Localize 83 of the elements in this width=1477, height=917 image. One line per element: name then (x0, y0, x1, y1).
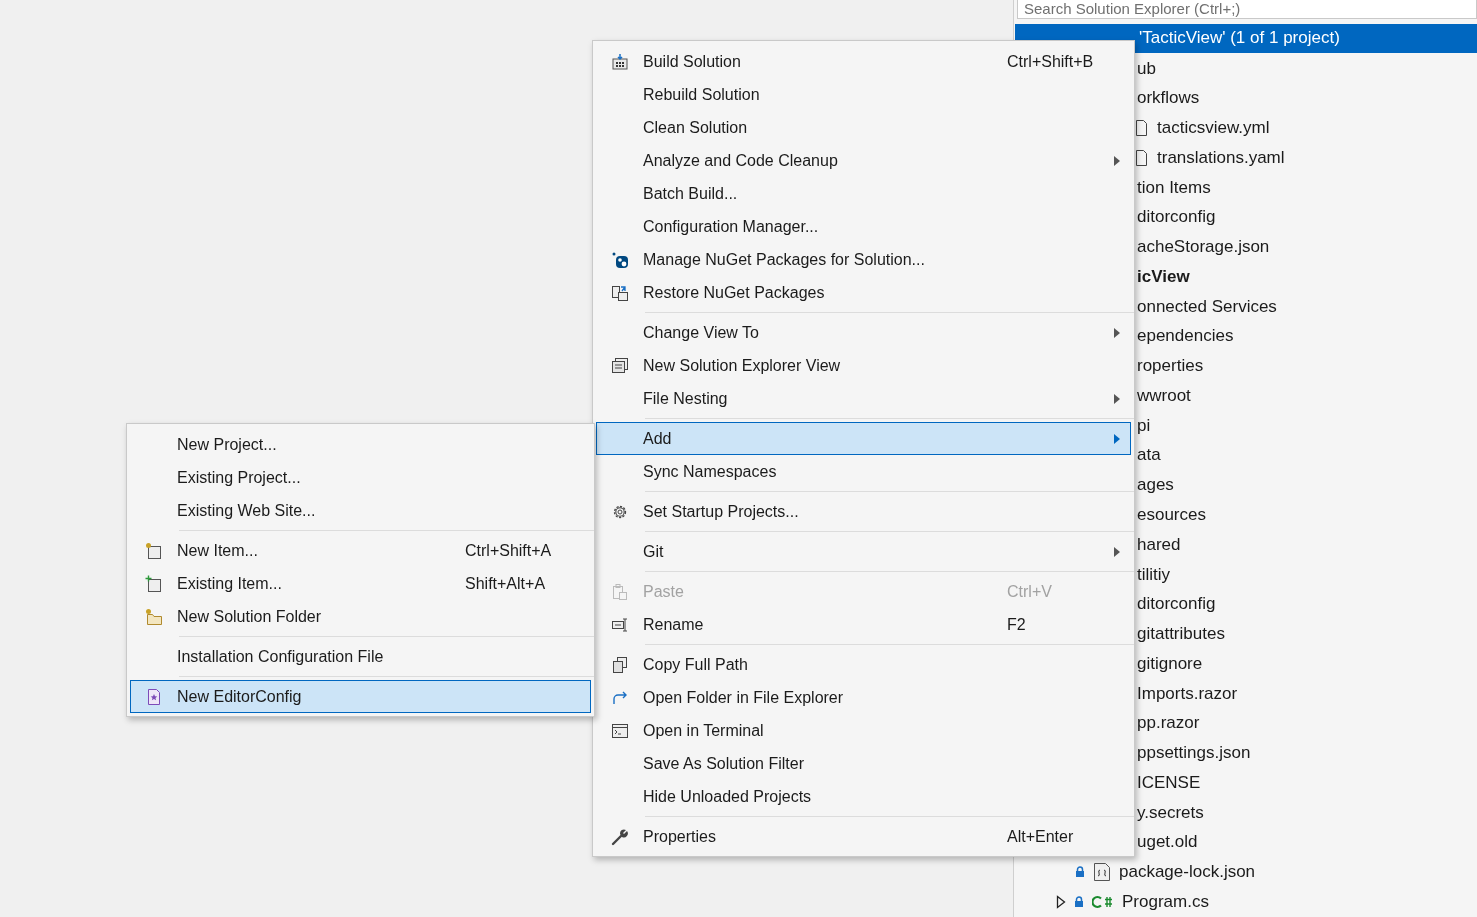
restore-icon (611, 283, 629, 302)
menu-item[interactable]: Sync Namespaces (596, 455, 1131, 488)
tree-item[interactable]: pi (1137, 415, 1151, 436)
menu-item[interactable]: File Nesting (596, 382, 1131, 415)
menu-item[interactable]: New Item... Ctrl+Shift+A (130, 534, 591, 567)
tree-item[interactable]: pp.razor (1137, 713, 1200, 734)
tree-item[interactable]: tacticsview.yml (1157, 118, 1270, 139)
star-file-icon (145, 687, 163, 706)
tree-item[interactable]: translations.yaml (1157, 147, 1285, 168)
menu-item[interactable]: Set Startup Projects... (596, 495, 1131, 528)
menu-item[interactable]: Rebuild Solution (596, 78, 1131, 111)
search-field[interactable]: Search Solution Explorer (Ctrl+;) (1017, 0, 1477, 19)
menu-item[interactable]: Add (596, 422, 1131, 455)
menu-item[interactable]: Batch Build... (596, 177, 1131, 210)
lock-icon (1075, 866, 1085, 879)
menu-item[interactable]: Hide Unloaded Projects (596, 780, 1131, 813)
csharp-file-icon (1092, 893, 1114, 910)
menu-item[interactable]: Restore NuGet Packages (596, 276, 1131, 309)
lock-icon (1074, 895, 1084, 908)
window-icon (611, 356, 629, 375)
menu-item[interactable]: Open in Terminal (596, 714, 1131, 747)
add-file-icon (145, 574, 163, 593)
shortcut-text: F2 (1007, 615, 1027, 634)
tree-item[interactable]: tion Items (1137, 177, 1211, 198)
menu-item[interactable]: Change View To (596, 316, 1131, 349)
tree-item[interactable]: esources (1137, 505, 1206, 525)
menu-item[interactable]: Analyze and Code Cleanup (596, 144, 1131, 177)
tree-item[interactable]: roperties (1137, 356, 1204, 377)
tree-item[interactable]: Program.cs (1122, 891, 1209, 912)
tree-item[interactable]: ependencies (1137, 326, 1234, 347)
tree-item[interactable]: ppsettings.json (1137, 743, 1251, 764)
menu-item[interactable]: Existing Project... (130, 461, 591, 494)
menu-item[interactable]: New EditorConfig (130, 680, 591, 713)
folder-icon (145, 607, 163, 626)
tree-item[interactable]: ICENSE (1137, 772, 1201, 793)
menu-item[interactable]: Configuration Manager... (596, 210, 1131, 243)
tree-item[interactable]: wwroot (1137, 385, 1191, 406)
shortcut-text: Ctrl+V (1007, 582, 1053, 601)
tree-item[interactable]: onnected Services (1137, 296, 1277, 317)
copy-icon (611, 655, 629, 674)
tree-item[interactable]: ages (1137, 475, 1174, 496)
shortcut-text: Ctrl+Shift+B (1007, 52, 1095, 71)
menu-item[interactable]: New Solution Explorer View (596, 349, 1131, 382)
menu-item[interactable]: Save As Solution Filter (596, 747, 1131, 780)
menu-item[interactable]: Open Folder in File Explorer (596, 681, 1131, 714)
tree-item[interactable]: y.secrets (1137, 802, 1204, 823)
tree-item[interactable]: tilitiy (1137, 564, 1171, 585)
terminal-icon (611, 721, 629, 740)
menu-item[interactable]: Manage NuGet Packages for Solution... (596, 243, 1131, 276)
rename-icon (611, 615, 629, 634)
shortcut-text: Alt+Enter (1007, 827, 1075, 846)
menu-item[interactable]: Existing Web Site... (130, 494, 591, 527)
clipboard-icon (611, 582, 629, 601)
tree-item[interactable]: ditorconfig (1137, 594, 1216, 615)
menu-item[interactable]: Installation Configuration File (130, 640, 591, 673)
tree-item[interactable]: orkflows (1137, 88, 1200, 109)
wrench-icon (611, 827, 629, 846)
tree-item[interactable]: icView (1137, 266, 1190, 287)
tree-item[interactable]: ata (1137, 445, 1161, 466)
build-icon (611, 52, 629, 71)
tree-item[interactable]: ub (1137, 58, 1156, 79)
tree-item[interactable]: ditorconfig (1137, 207, 1216, 228)
menu-item[interactable]: Git (596, 535, 1131, 568)
tree-item[interactable]: gitattributes (1137, 624, 1225, 645)
tree-item[interactable]: package-lock.json (1119, 862, 1256, 883)
menu-item[interactable]: New Solution Folder (130, 600, 591, 633)
shortcut-text: Shift+Alt+A (465, 574, 547, 593)
expand-arrow-icon[interactable] (1056, 894, 1066, 909)
menu-item[interactable]: New Project... (130, 428, 591, 461)
tree-item[interactable]: uget.old (1137, 832, 1198, 853)
menu-item[interactable]: Rename F2 (596, 608, 1131, 641)
menu-item[interactable]: Clean Solution (596, 111, 1131, 144)
package-icon (611, 250, 629, 269)
menu-item[interactable]: Existing Item... Shift+Alt+A (130, 567, 591, 600)
menu-item[interactable]: Properties Alt+Enter (596, 820, 1131, 853)
braces-file-icon (1093, 862, 1111, 883)
tree-item[interactable]: hared (1137, 534, 1181, 555)
tree-item[interactable]: acheStorage.json (1137, 237, 1270, 258)
shortcut-text: Ctrl+Shift+A (465, 541, 553, 560)
new-file-icon (145, 541, 163, 560)
tree-item[interactable]: Imports.razor (1137, 683, 1238, 704)
tree-item[interactable]: gitignore (1137, 653, 1203, 674)
menu-item[interactable]: Copy Full Path (596, 648, 1131, 681)
